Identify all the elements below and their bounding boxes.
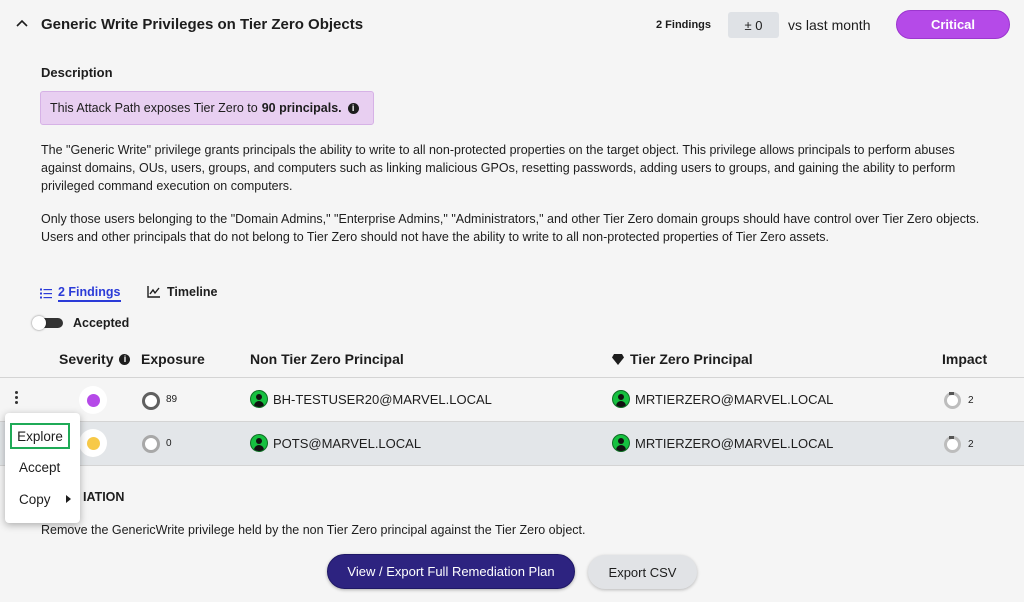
table-divider xyxy=(0,421,1024,422)
row-actions-menu-icon[interactable] xyxy=(15,391,19,404)
page-title: Generic Write Privileges on Tier Zero Ob… xyxy=(41,16,364,33)
menu-item-explore[interactable]: Explore xyxy=(10,423,70,449)
column-header-impact[interactable]: Impact xyxy=(942,351,987,367)
severity-indicator xyxy=(79,429,107,457)
impact-value: 2 xyxy=(944,436,974,453)
principal-name: BH-TESTUSER20@MARVEL.LOCAL xyxy=(273,391,492,407)
column-header-exposure[interactable]: Exposure xyxy=(141,351,205,367)
banner-count: 90 principals. xyxy=(261,101,342,115)
chevron-up-icon[interactable] xyxy=(14,15,30,31)
severity-header-label: Severity xyxy=(59,351,114,367)
delta-badge: ± 0 xyxy=(728,12,779,38)
accepted-toggle-label: Accepted xyxy=(73,316,130,330)
non-tier-zero-principal[interactable]: BH-TESTUSER20@MARVEL.LOCAL xyxy=(250,390,492,408)
description-heading: Description xyxy=(41,65,113,80)
tier-zero-principal[interactable]: MRTIERZERO@MARVEL.LOCAL xyxy=(612,434,833,452)
description-paragraph-2: Only those users belonging to the "Domai… xyxy=(41,212,980,244)
user-icon xyxy=(612,390,630,408)
findings-count: 2 Findings xyxy=(656,19,711,31)
tab-timeline[interactable]: Timeline xyxy=(147,285,217,299)
info-icon[interactable]: i xyxy=(347,102,359,114)
column-header-severity[interactable]: Severity i xyxy=(59,351,131,367)
severity-indicator xyxy=(79,386,107,414)
remediation-text: Remove the GenericWrite privilege held b… xyxy=(41,523,586,537)
impact-value: 2 xyxy=(944,392,974,409)
tab-timeline-label: Timeline xyxy=(167,285,218,299)
principal-name: MRTIERZERO@MARVEL.LOCAL xyxy=(635,391,834,407)
banner-text: This Attack Path exposes Tier Zero to xyxy=(50,101,258,115)
accepted-toggle[interactable] xyxy=(32,316,63,330)
tab-findings[interactable]: 2 Findings xyxy=(40,285,121,302)
remediation-heading: IATION xyxy=(83,490,125,504)
exposure-banner: This Attack Path exposes Tier Zero to 90… xyxy=(40,91,374,125)
severity-dot-moderate xyxy=(86,436,100,450)
non-tier-zero-principal[interactable]: POTS@MARVEL.LOCAL xyxy=(250,434,421,452)
column-header-tier-zero[interactable]: Tier Zero Principal xyxy=(612,351,753,367)
impact-ring-icon xyxy=(944,436,961,453)
tier-zero-principal[interactable]: MRTIERZERO@MARVEL.LOCAL xyxy=(612,390,833,408)
table-divider xyxy=(0,465,1024,466)
list-icon xyxy=(40,288,52,299)
severity-badge: Critical xyxy=(896,10,1010,39)
export-remediation-plan-button[interactable]: View / Export Full Remediation Plan xyxy=(327,554,575,589)
column-header-non-tier-zero[interactable]: Non Tier Zero Principal xyxy=(250,351,404,367)
toggle-knob xyxy=(32,316,46,330)
menu-item-accept[interactable]: Accept xyxy=(19,460,60,475)
impact-number: 2 xyxy=(968,395,974,406)
exposure-ring-icon xyxy=(142,435,160,453)
principal-name: POTS@MARVEL.LOCAL xyxy=(273,435,422,451)
row-context-menu: Explore Accept Copy xyxy=(5,413,80,523)
exposure-value: 89 xyxy=(166,394,178,405)
tab-findings-label: 2 Findings xyxy=(58,285,121,302)
export-csv-button[interactable]: Export CSV xyxy=(588,555,697,589)
user-icon xyxy=(250,390,268,408)
vs-last-month-label: vs last month xyxy=(788,17,871,33)
impact-number: 2 xyxy=(968,439,974,450)
tier-zero-header-label: Tier Zero Principal xyxy=(630,351,753,367)
principal-name: MRTIERZERO@MARVEL.LOCAL xyxy=(635,435,834,451)
line-chart-icon xyxy=(147,286,160,298)
impact-ring-icon xyxy=(944,392,961,409)
menu-item-copy[interactable]: Copy xyxy=(19,492,51,507)
submenu-caret-icon xyxy=(66,495,71,503)
description-paragraph-1: The "Generic Write" privilege grants pri… xyxy=(41,143,956,193)
exposure-ring-icon xyxy=(142,392,160,410)
user-icon xyxy=(250,434,268,452)
info-icon[interactable]: i xyxy=(119,353,131,365)
exposure-value: 0 xyxy=(166,438,172,449)
gem-icon xyxy=(612,353,624,365)
table-divider xyxy=(0,377,1024,378)
user-icon xyxy=(612,434,630,452)
severity-dot-critical xyxy=(86,393,100,407)
